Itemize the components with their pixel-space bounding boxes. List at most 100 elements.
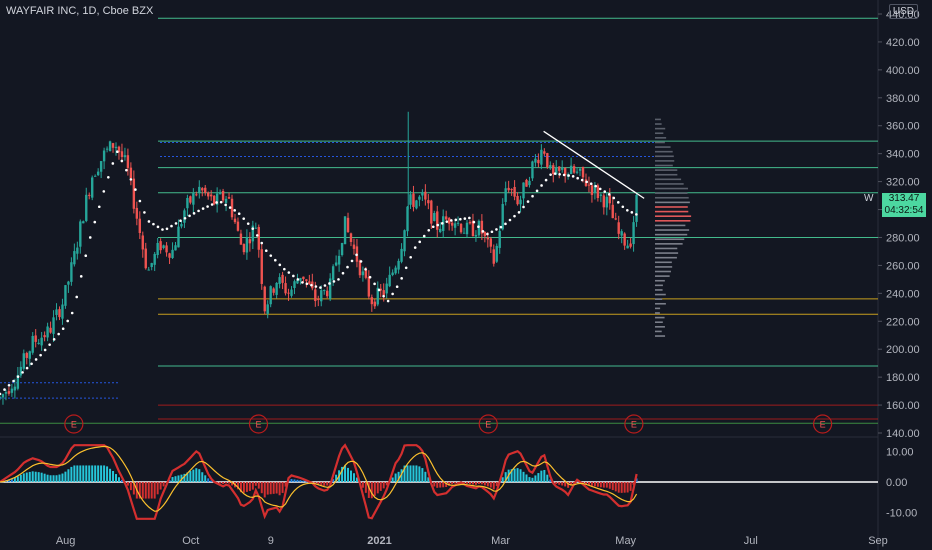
candle-body — [99, 161, 103, 172]
sar-dot — [607, 193, 611, 196]
histogram-bar — [156, 482, 159, 495]
volume-profile-bar — [655, 141, 665, 144]
price-tick: 400.00 — [886, 65, 920, 77]
sar-dot — [495, 228, 498, 231]
histogram-bar — [611, 482, 614, 491]
candle-body — [278, 277, 281, 284]
sar-dot — [116, 150, 119, 154]
sar-dot — [264, 249, 268, 253]
candle-body — [403, 230, 406, 252]
candle-body — [302, 276, 305, 279]
chart-canvas[interactable]: E E E E E440.00420.00400.00380.00360.00340.0… — [0, 0, 932, 550]
candle-body — [340, 242, 344, 256]
volume-profile-bar — [655, 335, 666, 337]
candle-body — [207, 192, 210, 197]
sar-dot — [224, 203, 227, 207]
sar-dot — [490, 230, 494, 234]
sar-dot — [427, 229, 431, 232]
candle-body — [409, 194, 412, 205]
volume-profile-bar — [655, 279, 665, 282]
histogram-bar — [100, 465, 103, 482]
histogram-bar — [531, 477, 534, 482]
histogram-bar — [439, 482, 442, 488]
sar-dot — [107, 175, 110, 179]
sar-dot — [314, 285, 318, 288]
sar-dot — [143, 211, 146, 214]
sar-dot — [66, 319, 69, 323]
histogram-bar — [466, 482, 469, 484]
sar-dot — [97, 205, 101, 209]
volume-profile-bar — [655, 178, 682, 181]
sar-dot — [359, 260, 363, 263]
histogram-bar — [326, 482, 329, 486]
sar-dot — [337, 278, 340, 281]
sar-dot — [395, 285, 399, 289]
sar-dot — [305, 282, 309, 286]
candle-body — [70, 262, 73, 282]
candle-body — [159, 241, 162, 251]
histogram-bar — [451, 482, 454, 485]
histogram-bar — [153, 482, 156, 499]
sar-dot — [481, 230, 485, 233]
candle-body — [337, 255, 341, 265]
sar-dot — [445, 220, 449, 223]
histogram-bar — [126, 482, 129, 486]
time-tick: Oct — [182, 535, 199, 547]
volume-profile-bar — [655, 284, 663, 287]
sar-dot — [418, 240, 422, 244]
currency-badge[interactable]: USD — [888, 4, 918, 19]
histogram-bar — [516, 468, 519, 482]
histogram-bar — [171, 477, 174, 482]
histogram-bar — [555, 482, 558, 485]
candle-body — [349, 233, 353, 242]
candle-body — [412, 193, 415, 207]
histogram-bar — [88, 465, 91, 482]
sar-dot — [468, 216, 471, 220]
candle-body — [516, 195, 519, 205]
sar-dot — [368, 275, 372, 279]
histogram-bar — [278, 482, 281, 496]
sar-dot — [422, 234, 426, 238]
candle-body — [209, 194, 213, 197]
histogram-bar — [519, 469, 522, 482]
histogram-bar — [483, 482, 486, 486]
sar-dot — [603, 190, 607, 193]
histogram-bar — [198, 469, 201, 482]
candle-body — [245, 237, 249, 253]
histogram-bar — [19, 474, 22, 482]
candle-body — [28, 351, 31, 359]
histogram-bar — [67, 469, 70, 482]
time-tick: 9 — [268, 535, 274, 547]
candle-body — [361, 271, 365, 276]
volume-profile-bar — [655, 150, 673, 153]
price-tick: 240.00 — [886, 288, 920, 300]
candle-body — [388, 274, 391, 287]
histogram-bar — [40, 472, 43, 482]
candle-body — [343, 216, 347, 245]
volume-profile-bar — [655, 289, 663, 291]
histogram-bar — [442, 482, 445, 488]
candle-body — [397, 260, 400, 270]
histogram-bar — [543, 469, 546, 482]
volume-profile-bar — [655, 206, 688, 208]
sar-dot — [125, 168, 128, 172]
candle-body — [382, 290, 385, 296]
histogram-bar — [477, 482, 480, 484]
sar-dot — [616, 201, 620, 204]
candle-body — [25, 353, 28, 358]
sar-dot — [34, 358, 38, 361]
sar-dot — [477, 225, 480, 229]
histogram-bar — [177, 475, 180, 482]
sar-dot — [273, 258, 277, 262]
candle-body — [495, 245, 498, 262]
sar-dot — [301, 281, 304, 284]
volume-profile-bar — [655, 169, 678, 171]
candle-body — [0, 397, 2, 399]
histogram-bar — [85, 465, 88, 482]
candle-body — [424, 191, 427, 200]
histogram-bar — [433, 482, 436, 487]
candle-body — [415, 200, 418, 209]
histogram-bar — [608, 482, 611, 489]
volume-profile-bar — [655, 238, 685, 241]
candle-body — [623, 233, 626, 246]
